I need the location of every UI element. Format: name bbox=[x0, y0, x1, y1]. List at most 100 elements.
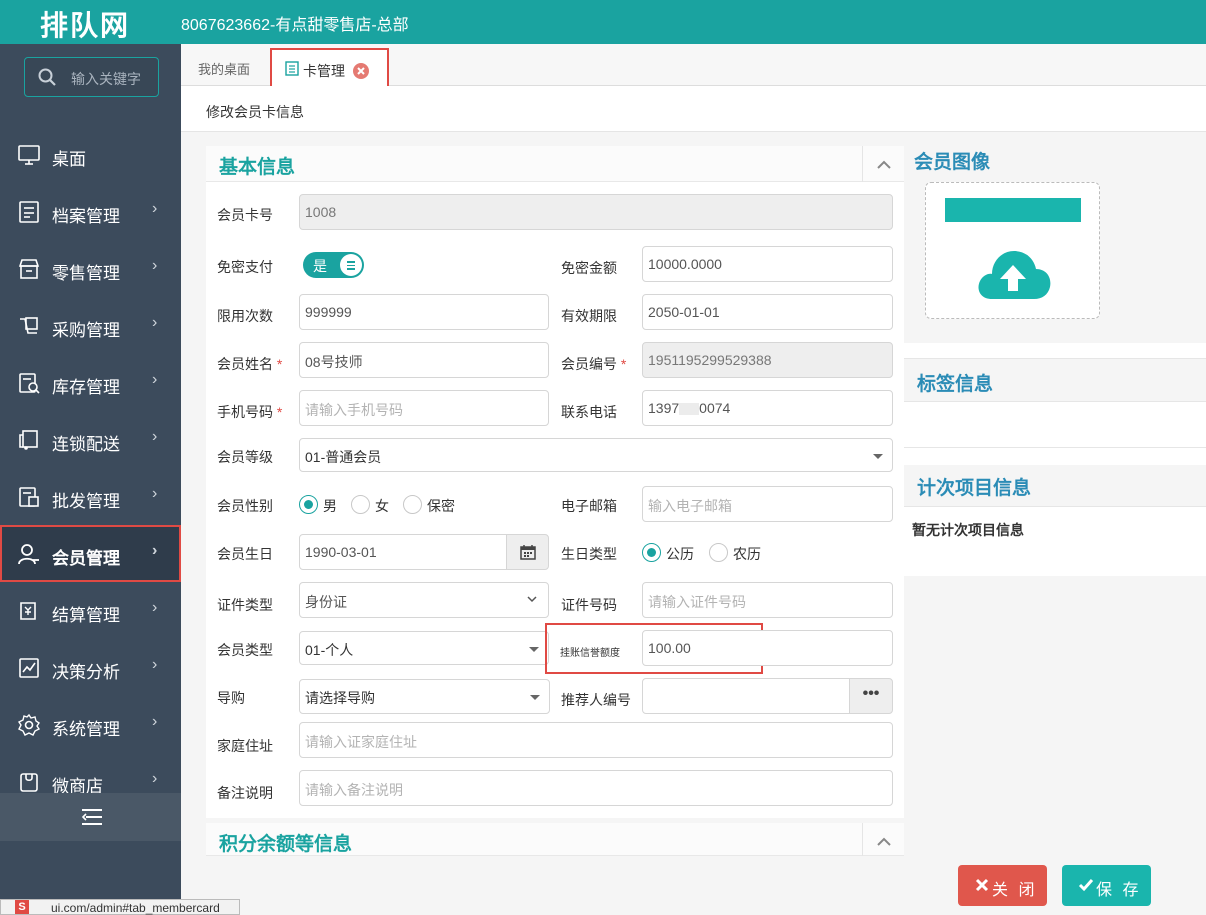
save-button[interactable]: 保 存 bbox=[1062, 865, 1151, 906]
avatar-upload[interactable] bbox=[925, 182, 1100, 319]
birth-lunar-radio[interactable] bbox=[709, 543, 728, 562]
referrer-field[interactable] bbox=[642, 678, 850, 714]
sidebar-item-inventory[interactable]: 库存管理 › bbox=[0, 354, 181, 411]
sidebar-item-archive[interactable]: 档案管理 › bbox=[0, 183, 181, 240]
sidebar-item-label: 结算管理 bbox=[52, 606, 120, 625]
tab-card-management[interactable]: 卡管理 bbox=[270, 48, 389, 88]
limit-label: 限用次数 bbox=[217, 308, 273, 324]
collapse-menu-icon bbox=[81, 809, 102, 825]
tab-my-desktop[interactable]: 我的桌面 bbox=[198, 59, 250, 78]
mobile-field[interactable]: 请输入手机号码 bbox=[299, 390, 549, 426]
id-no-field[interactable]: 请输入证件号码 bbox=[642, 582, 893, 618]
email-field[interactable]: 输入电子邮箱 bbox=[642, 486, 893, 522]
birth-lunar-label: 农历 bbox=[733, 546, 761, 562]
free-amount-field[interactable]: 10000.0000 bbox=[642, 246, 893, 282]
free-amount-label: 免密金额 bbox=[561, 260, 617, 276]
level-label: 会员等级 bbox=[217, 449, 273, 465]
panel-header: 积分余额等信息 bbox=[206, 823, 904, 856]
gender-female-radio[interactable] bbox=[351, 495, 370, 514]
member-no-label: 会员编号 * bbox=[561, 356, 627, 372]
close-button[interactable]: 关 闭 bbox=[958, 865, 1047, 906]
logo[interactable]: 排队网 bbox=[40, 4, 130, 44]
guide-select[interactable]: 请选择导购 bbox=[299, 679, 550, 714]
valid-date-field[interactable]: 2050-01-01 bbox=[642, 294, 893, 330]
member-type-select[interactable]: 01-个人 bbox=[299, 631, 549, 665]
chevron-right-icon: › bbox=[152, 770, 158, 787]
chevron-right-icon: › bbox=[152, 485, 158, 502]
phone-field[interactable]: 1397 0074 bbox=[642, 390, 893, 426]
mobile-label: 手机号码 * bbox=[217, 404, 283, 420]
count-header: 计次项目信息 bbox=[904, 465, 1206, 507]
cloud-upload-icon bbox=[978, 251, 1051, 299]
phone-label: 联系电话 bbox=[561, 404, 617, 420]
sidebar-item-purchase[interactable]: 采购管理 › bbox=[0, 297, 181, 354]
credit-field[interactable]: 100.00 bbox=[642, 630, 893, 666]
birth-type-label: 生日类型 bbox=[561, 546, 617, 562]
sidebar-item-delivery[interactable]: 连锁配送 › bbox=[0, 411, 181, 468]
store-icon bbox=[18, 259, 40, 279]
limit-field[interactable]: 999999 bbox=[299, 294, 549, 330]
settlement-icon bbox=[20, 602, 36, 620]
micro-store-icon bbox=[20, 773, 38, 792]
name-field[interactable]: 08号技师 bbox=[299, 342, 549, 378]
member-no-field[interactable]: 1951195299529388 bbox=[642, 342, 893, 378]
card-no-field[interactable]: 1008 bbox=[299, 194, 893, 230]
status-url: ui.com/admin#tab_membercard bbox=[51, 901, 220, 915]
document-icon bbox=[285, 61, 299, 76]
guide-placeholder: 请选择导购 bbox=[305, 690, 375, 706]
page-header: 修改会员卡信息 bbox=[181, 86, 1206, 132]
panel-title: 积分余额等信息 bbox=[219, 834, 353, 855]
close-icon[interactable] bbox=[353, 63, 369, 79]
browser-logo-icon: S bbox=[15, 900, 29, 914]
sidebar-item-analysis[interactable]: 决策分析 › bbox=[0, 639, 181, 696]
sidebar-menu: 桌面 档案管理 › 零售管理 › 采购管理 › 库存管理 › 连锁配送 › 批发… bbox=[0, 126, 181, 810]
sidebar-item-retail[interactable]: 零售管理 › bbox=[0, 240, 181, 297]
collapse-panel-button[interactable] bbox=[862, 823, 904, 856]
sidebar-collapse-button[interactable] bbox=[0, 793, 181, 841]
credit-label: 挂账信誉额度 bbox=[560, 648, 620, 659]
collapse-panel-button[interactable] bbox=[862, 146, 904, 182]
chevron-right-icon: › bbox=[152, 200, 158, 217]
caret-down-icon bbox=[530, 695, 540, 700]
purchase-icon bbox=[20, 317, 38, 334]
valid-label: 有效期限 bbox=[561, 308, 617, 324]
level-select[interactable]: 01-普通会员 bbox=[299, 438, 893, 472]
store-title: 8067623662-有点甜零售店-总部 bbox=[181, 17, 409, 34]
toggle-knob bbox=[340, 254, 362, 276]
archive-icon bbox=[19, 201, 39, 223]
sidebar-item-settlement[interactable]: 结算管理 › bbox=[0, 582, 181, 639]
gender-label: 会员性别 bbox=[217, 498, 273, 514]
referrer-more-button[interactable]: ••• bbox=[849, 678, 893, 714]
sidebar-item-wholesale[interactable]: 批发管理 › bbox=[0, 468, 181, 525]
chevron-right-icon: › bbox=[152, 371, 158, 388]
id-no-label: 证件号码 bbox=[561, 597, 617, 613]
tags-title: 标签信息 bbox=[917, 374, 994, 395]
id-type-select[interactable]: 身份证 bbox=[299, 582, 549, 618]
sidebar-item-member[interactable]: 会员管理 › bbox=[0, 525, 181, 582]
gender-secret-radio[interactable] bbox=[403, 495, 422, 514]
close-button-label: 关 闭 bbox=[992, 882, 1038, 899]
gender-male-radio[interactable] bbox=[299, 495, 318, 514]
count-empty-text: 暂无计次项目信息 bbox=[912, 522, 1024, 538]
calendar-button[interactable] bbox=[506, 534, 549, 570]
delivery-icon bbox=[19, 430, 38, 450]
sidebar-item-desktop[interactable]: 桌面 bbox=[0, 126, 181, 183]
birthday-field[interactable]: 1990-03-01 bbox=[299, 534, 507, 570]
birthday-label: 会员生日 bbox=[217, 546, 273, 562]
birth-solar-label: 公历 bbox=[666, 546, 694, 562]
analysis-icon bbox=[19, 658, 39, 678]
points-panel: 积分余额等信息 bbox=[206, 823, 904, 856]
free-pay-toggle[interactable]: 是 bbox=[303, 252, 364, 278]
sidebar-item-system[interactable]: 系统管理 › bbox=[0, 696, 181, 753]
remark-field[interactable]: 请输入备注说明 bbox=[299, 770, 893, 806]
caret-down-icon bbox=[873, 454, 883, 459]
sidebar-item-label: 采购管理 bbox=[52, 321, 120, 340]
birth-solar-radio[interactable] bbox=[642, 543, 661, 562]
search-input[interactable]: 输入关键字 bbox=[24, 57, 159, 97]
search-placeholder: 输入关键字 bbox=[71, 71, 141, 87]
chevron-down-icon bbox=[527, 596, 537, 603]
sidebar-item-label: 零售管理 bbox=[52, 264, 120, 283]
avatar-title: 会员图像 bbox=[914, 152, 991, 173]
address-field[interactable]: 请输入证家庭住址 bbox=[299, 722, 893, 758]
page-title: 修改会员卡信息 bbox=[206, 104, 304, 120]
